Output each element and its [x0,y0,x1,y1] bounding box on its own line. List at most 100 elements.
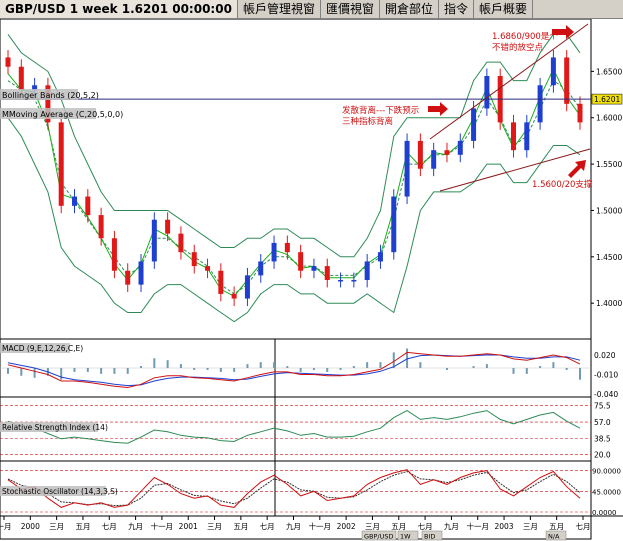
price-tick-label: 1.4000 [596,299,622,308]
x-tick-label: 三月 [365,522,380,531]
bottom-tab-label: BID [424,533,435,541]
x-tick-label: 2001 [179,522,198,531]
candle-body [457,140,463,155]
x-tick-label: 三月 [49,522,64,531]
candle-body [351,280,357,282]
tab-account-manager[interactable]: 帳戶管理視窗 [238,0,321,18]
candle-body [85,196,91,216]
candle-body [258,261,264,276]
candle-body [391,196,397,253]
candle-body [111,238,117,271]
candle-body [284,242,290,253]
chart-area[interactable]: Bollinger Bands (20,5,2) MMoving Average … [0,19,623,541]
price-tick-label: 1.6500 [596,67,622,76]
tab-quote-window[interactable]: 匯價視窗 [321,0,380,18]
candle-body [18,66,24,90]
candle-body [471,108,477,141]
candle-body [151,219,157,262]
rsi-tick-label: 38.5 [594,434,611,443]
x-tick-label: 七月 [418,522,433,531]
candle-body [324,266,330,280]
current-price-label: 1.6201 [594,95,620,104]
x-tick-label: 一月 [0,522,12,531]
price-tick-label: 1.5000 [596,206,622,215]
bottom-tab-label: N/A [548,533,560,541]
macd-tick-label: -0.010 [594,371,618,380]
stoch-tick-label: 45.0000 [592,488,621,496]
x-tick-label: 2002 [337,522,356,531]
price-tick-label: 1.6000 [596,114,622,123]
x-tick-label: 五月 [549,522,564,531]
x-tick-label: 九月 [444,522,459,531]
candle-body [537,85,543,123]
bottom-tab-label: 1W [400,533,411,541]
rsi-label: Relative Strength Index (14) [2,423,108,432]
candle-body [377,252,383,262]
candle-body [404,140,410,197]
x-tick-label: 十一月 [151,521,174,531]
x-tick-label: 五月 [233,522,248,531]
annotation-divergence-text-2: 三种指标背离 [342,116,393,127]
candle-body [218,270,224,294]
candle-body [417,140,423,169]
x-tick-label: 七月 [576,522,591,531]
x-tick-label: 十一月 [466,521,489,531]
bottom-tab-label: GBP/USD [364,533,394,541]
stoch-label: Stochastic Oscillator (14,3,3,S) [2,487,118,496]
x-tick-label: 五月 [75,522,90,531]
stoch-tick-label: 90.0000 [592,468,621,476]
candle-body [271,242,277,262]
macd-tick-label: -0.040 [594,390,618,399]
bollinger-label: Bollinger Bands (20,5,2) [2,91,99,100]
annotation-divergence-text-1: 发散背离---下跌预示 [342,105,419,116]
candle-body [524,122,530,151]
candle-body [577,103,583,123]
tab-bar: GBP/USD 1 week 1.6201 00:00:00 帳戶管理視窗 匯價… [0,0,623,19]
candle-body [231,293,237,299]
tab-open-positions[interactable]: 開倉部位 [380,0,439,18]
candle-body [510,122,516,151]
x-tick-label: 七月 [260,522,275,531]
candle-body [244,275,250,299]
price-tick-label: 1.4500 [596,253,622,262]
candle-body [72,196,78,206]
x-tick-label: 三月 [207,522,222,531]
candle-body [98,215,104,239]
x-tick-label: 九月 [286,522,301,531]
annotation-support-text: 1.5600/20支撑 [532,179,593,190]
rsi-tick-label: 20.0 [594,451,611,460]
candle-body [550,57,556,86]
candle-body [444,150,450,155]
candle-body [191,252,197,267]
candle-body [431,150,437,169]
rsi-tick-label: 57.0 [594,418,611,427]
candle-body [484,76,490,109]
x-tick-label: 五月 [391,522,406,531]
macd-label: MACD (9,E,12,26,C,E) [2,344,83,353]
candle-body [311,266,317,271]
candle-body [564,57,570,104]
candle-body [138,261,144,285]
x-tick-label: 九月 [128,522,143,531]
candle-body [58,122,64,206]
x-tick-label: 十一月 [309,521,332,531]
tab-chart[interactable]: GBP/USD 1 week 1.6201 00:00:00 [0,0,238,18]
x-tick-label: 三月 [523,522,538,531]
candle-body [165,219,171,234]
candle-body [338,280,344,282]
candle-body [178,233,184,253]
stoch-tick-label: 0.0000 [592,509,617,517]
annotation-short-text-1: 1.6860/900是个 [492,32,558,42]
tab-orders[interactable]: 指令 [439,0,474,18]
candle-body [5,57,11,67]
price-tick-label: 1.5500 [596,160,622,169]
x-tick-label: 七月 [102,522,117,531]
candle-body [125,270,131,285]
macd-tick-label: 0.020 [594,351,616,360]
tab-account-summary[interactable]: 帳戶概要 [474,0,534,18]
x-tick-label: 2000 [21,522,40,531]
candle-body [205,266,211,271]
annotation-short-text-2: 不错的放空点 [492,42,544,53]
rsi-tick-label: 75.5 [594,402,611,411]
x-tick-label: 2003 [494,522,513,531]
